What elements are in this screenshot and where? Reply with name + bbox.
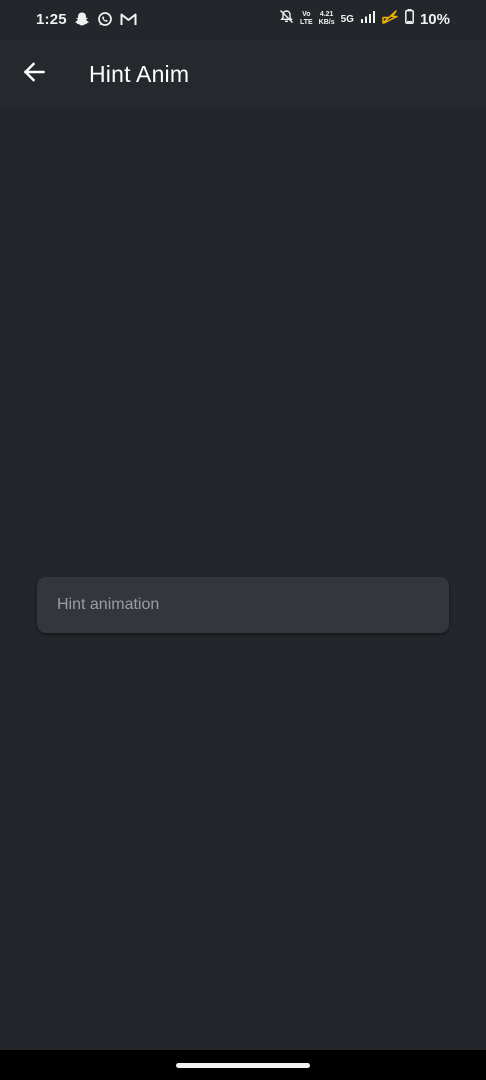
hint-field-container[interactable] [37,577,449,633]
speed-value: 4.21 [319,11,334,18]
network-speed: 4.21 KB/s [319,11,335,27]
screen: 1:25 Vo LTE 4.21 KB/s 5G 10% Hint Anim H… [0,0,486,1080]
battery-percent: 10% [419,10,450,28]
hint-animation-input[interactable] [37,577,449,633]
bell-off-icon [279,9,294,29]
status-right-icons: Vo LTE 4.21 KB/s 5G 10% [279,9,450,29]
arrow-left-icon [23,61,45,87]
battery-icon [405,9,414,29]
volte-bottom: LTE [299,19,313,26]
navigation-bar [0,1050,486,1080]
main-content [0,108,486,1050]
speed-unit: KB/s [318,19,335,26]
whatsapp-icon [97,11,113,27]
status-bar: 1:25 Vo LTE 4.21 KB/s 5G 10% [0,0,486,40]
network-type: 5G [340,13,354,25]
lightning-icon [381,9,399,29]
back-button[interactable] [14,54,54,94]
home-gesture-handle[interactable] [176,1063,310,1068]
status-time: 1:25 [36,11,67,28]
snapchat-icon [74,11,90,27]
signal-icon [360,10,375,29]
gmail-icon [120,12,137,26]
app-bar: Hint Anim [0,40,486,108]
volte-indicator: Vo LTE [300,11,313,27]
volte-top: Vo [302,11,311,18]
page-title: Hint Anim [89,61,190,87]
status-left-icons [74,11,137,27]
